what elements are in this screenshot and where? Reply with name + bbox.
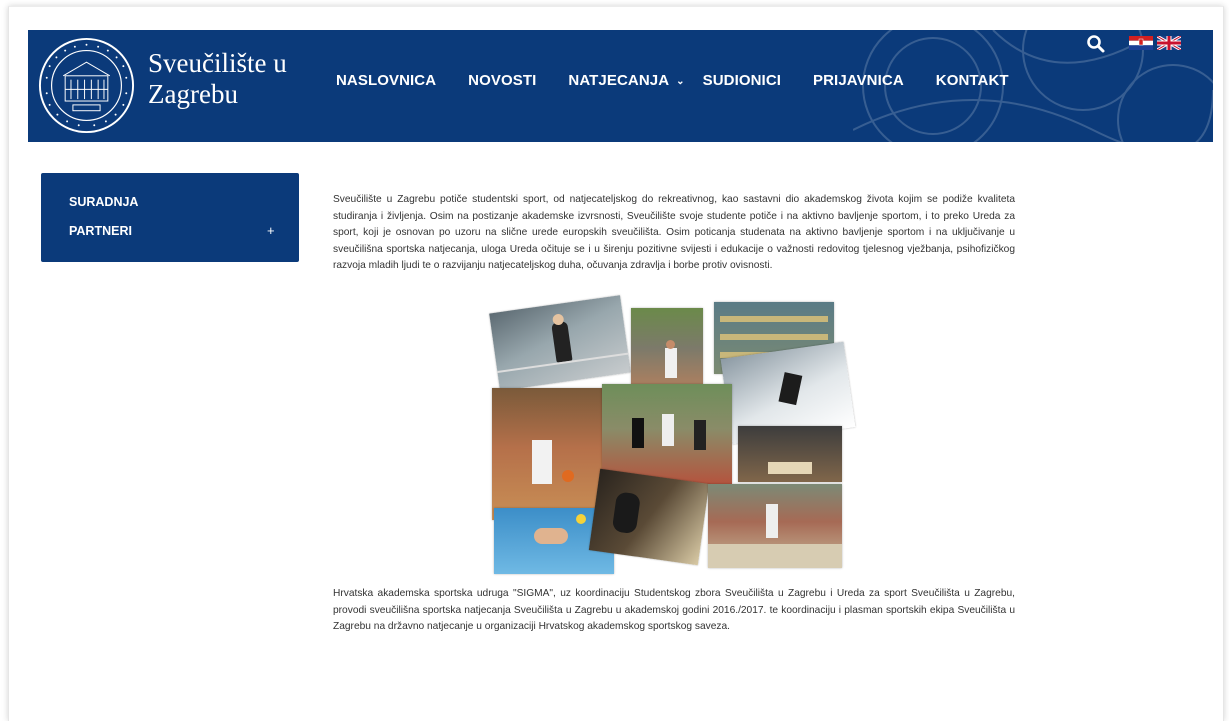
nav-label: KONTAKT <box>935 72 1009 89</box>
nav-prijavnica[interactable]: PRIJAVNICA <box>813 72 904 89</box>
uk-flag-icon[interactable] <box>1157 36 1181 50</box>
nav-kontakt[interactable]: KONTAKT <box>936 72 1009 89</box>
intro-paragraph: Sveučilište u Zagrebu potiče studentski … <box>333 194 1015 271</box>
nav-label: NOVOSTI <box>468 72 537 89</box>
nav-label: NASLOVNICA <box>336 72 437 89</box>
sidebar-menu: SURADNJA PARTNERI + <box>41 173 299 262</box>
search-icon[interactable] <box>1086 34 1106 54</box>
nav-label: SUDIONICI <box>702 72 782 89</box>
expand-plus-icon[interactable]: + <box>267 223 275 238</box>
sports-photo-collage <box>489 295 856 576</box>
nav-sudionici[interactable]: SUDIONICI <box>703 72 781 89</box>
collage-photo-chess <box>738 426 842 482</box>
chevron-down-icon: ⌄ <box>676 76 685 87</box>
brand-line-1: Sveučilište u <box>148 48 287 78</box>
nav-naslovnica[interactable]: NASLOVNICA <box>336 72 436 89</box>
university-seal-logo[interactable] <box>38 37 135 134</box>
nav-novosti[interactable]: NOVOSTI <box>468 72 536 89</box>
croatian-flag-icon[interactable] <box>1129 36 1153 50</box>
nav-label: PRIJAVNICA <box>813 72 904 89</box>
brand-name[interactable]: Sveučilište u Zagrebu <box>148 48 287 110</box>
sidebar-item-suradnja[interactable]: SURADNJA <box>69 195 138 209</box>
brand-line-2: Zagrebu <box>148 79 238 109</box>
collage-photo-basketball <box>492 388 604 520</box>
sidebar-item-partneri[interactable]: PARTNERI <box>69 224 132 238</box>
main-nav: NASLOVNICA NOVOSTI NATJECANJA ⌄ SUDIONIC… <box>336 72 1041 89</box>
collage-photo-fitness <box>588 468 710 566</box>
collage-photo-longjump <box>708 484 842 568</box>
collage-photo-squash <box>489 295 631 391</box>
site-header: Sveučilište u Zagrebu NASLOVNICA NOVOSTI… <box>28 30 1213 142</box>
sigma-paragraph: Hrvatska akademska sportska udruga "SIGM… <box>333 588 1015 632</box>
nav-natjecanja[interactable]: NATJECANJA ⌄ <box>568 72 684 89</box>
nav-label: NATJECANJA <box>568 72 670 89</box>
collage-photo-track <box>602 384 732 484</box>
